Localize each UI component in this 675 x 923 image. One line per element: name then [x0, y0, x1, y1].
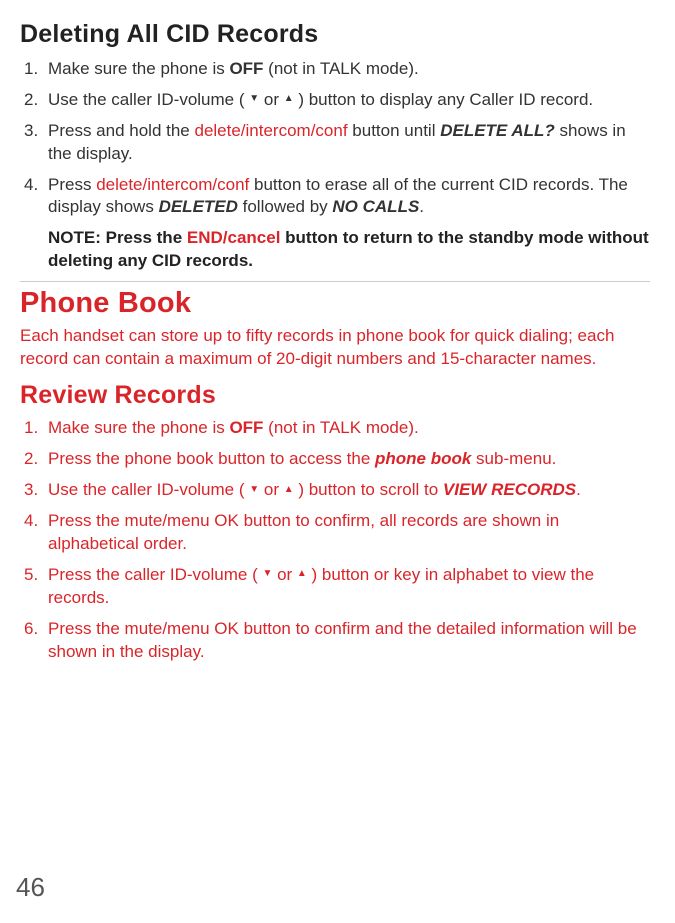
- text: Press the phone book button to access th…: [48, 449, 375, 468]
- text-bold-italic: VIEW RECORDS: [443, 480, 576, 499]
- text: or: [272, 565, 297, 584]
- list-item: Press delete/intercom/conf button to era…: [20, 174, 650, 220]
- down-arrow-icon: ▼: [249, 483, 259, 497]
- text: (not in TALK mode).: [263, 59, 418, 78]
- text: sub-menu.: [471, 449, 556, 468]
- text: or: [259, 480, 284, 499]
- text: Use the caller ID-volume (: [48, 480, 249, 499]
- up-arrow-icon: ▲: [284, 483, 294, 497]
- text-red: delete/intercom/conf: [194, 121, 347, 140]
- text: followed by: [238, 197, 333, 216]
- page-number: 46: [16, 870, 45, 905]
- text-bold-italic: NO CALLS: [332, 197, 419, 216]
- intro-text: Each handset can store up to fifty recor…: [20, 325, 650, 371]
- down-arrow-icon: ▼: [249, 92, 259, 106]
- text-red: END/cancel: [187, 228, 281, 247]
- text: Press and hold the: [48, 121, 194, 140]
- text: .: [419, 197, 424, 216]
- text-bold-italic: DELETE ALL?: [440, 121, 555, 140]
- text: Make sure the phone is: [48, 418, 229, 437]
- list-item: Make sure the phone is OFF (not in TALK …: [20, 58, 650, 81]
- text: ) button to scroll to: [294, 480, 443, 499]
- list-review-records: Make sure the phone is OFF (not in TALK …: [20, 417, 650, 663]
- down-arrow-icon: ▼: [262, 567, 272, 581]
- text: ) button to display any Caller ID record…: [294, 90, 594, 109]
- text: or: [259, 90, 284, 109]
- list-item: Use the caller ID-volume ( ▼ or ▲ ) butt…: [20, 479, 650, 502]
- text: NOTE: Press the: [48, 228, 187, 247]
- text-red: delete/intercom/conf: [96, 175, 249, 194]
- list-item: Use the caller ID-volume ( ▼ or ▲ ) butt…: [20, 89, 650, 112]
- list-item: Press the mute/menu OK button to confirm…: [20, 618, 650, 664]
- text-bold-italic: phone book: [375, 449, 471, 468]
- up-arrow-icon: ▲: [284, 92, 294, 106]
- note-text: NOTE: Press the END/cancel button to ret…: [20, 227, 650, 273]
- text-bold-italic: DELETED: [159, 197, 238, 216]
- text: Press the caller ID-volume (: [48, 565, 262, 584]
- text: Use the caller ID-volume (: [48, 90, 249, 109]
- text: Press the mute/menu OK button to confirm…: [48, 511, 559, 553]
- up-arrow-icon: ▲: [297, 567, 307, 581]
- text: (not in TALK mode).: [263, 418, 418, 437]
- heading-phone-book: Phone Book: [20, 281, 650, 323]
- heading-review-records: Review Records: [20, 379, 650, 413]
- text: Press the mute/menu OK button to confirm…: [48, 619, 637, 661]
- list-item: Press the caller ID-volume ( ▼ or ▲ ) bu…: [20, 564, 650, 610]
- text: Press: [48, 175, 96, 194]
- text: .: [576, 480, 581, 499]
- list-item: Press the mute/menu OK button to confirm…: [20, 510, 650, 556]
- list-deleting-cid: Make sure the phone is OFF (not in TALK …: [20, 58, 650, 220]
- text-bold: OFF: [229, 418, 263, 437]
- list-item: Make sure the phone is OFF (not in TALK …: [20, 417, 650, 440]
- text: Make sure the phone is: [48, 59, 229, 78]
- text: button until: [348, 121, 441, 140]
- list-item: Press and hold the delete/intercom/conf …: [20, 120, 650, 166]
- list-item: Press the phone book button to access th…: [20, 448, 650, 471]
- heading-deleting-cid: Deleting All CID Records: [20, 18, 650, 52]
- text-bold: OFF: [229, 59, 263, 78]
